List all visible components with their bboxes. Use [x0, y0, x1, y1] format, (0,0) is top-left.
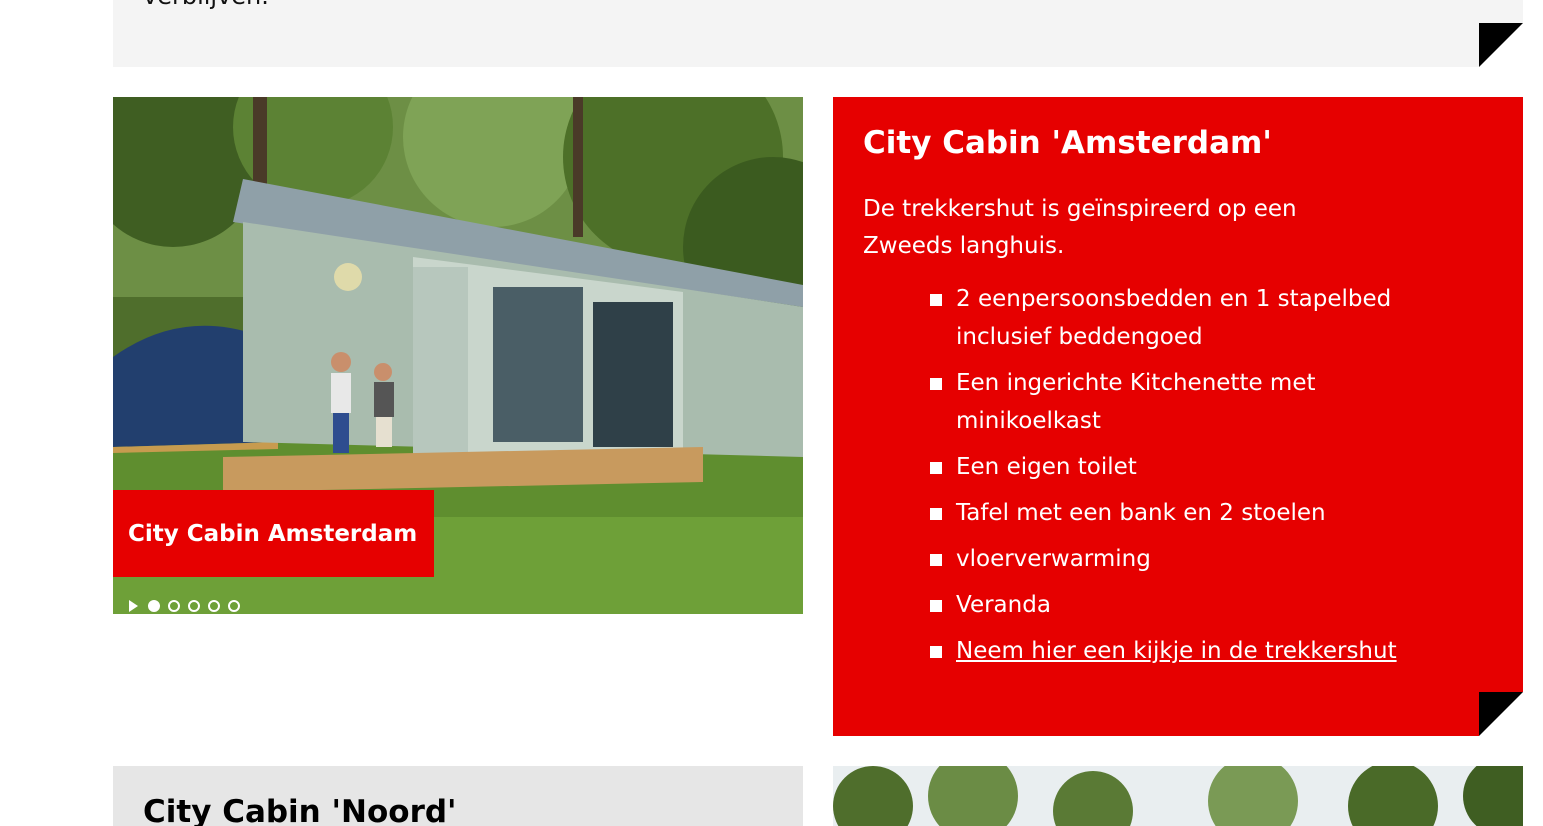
photo-slider[interactable]: City Cabin Amsterdam	[113, 97, 803, 614]
list-item: Veranda	[930, 586, 1450, 624]
cabin-info-card: City Cabin 'Amsterdam' De trekkershut is…	[833, 97, 1523, 736]
cabin-title: City Cabin 'Amsterdam'	[863, 125, 1272, 161]
play-icon[interactable]	[129, 600, 138, 612]
view-cabin-link[interactable]: Neem hier een kijkje in de trekkershut	[956, 638, 1397, 664]
next-card-photo	[833, 766, 1523, 826]
list-item: vloerverwarming	[930, 540, 1450, 578]
slide-dot-3[interactable]	[188, 600, 200, 612]
slide-dot-1[interactable]	[148, 600, 160, 612]
slider-controls	[129, 597, 240, 614]
previous-card: verblijven.	[113, 0, 1523, 67]
square-bullet-icon	[930, 378, 942, 390]
next-card: City Cabin 'Noord'	[113, 766, 803, 826]
list-item: Neem hier een kijkje in de trekkershut	[930, 632, 1450, 670]
feature-text: Veranda	[956, 592, 1051, 618]
slide-dot-4[interactable]	[208, 600, 220, 612]
square-bullet-icon	[930, 462, 942, 474]
list-item: 2 eenpersoonsbedden en 1 stapelbed inclu…	[930, 280, 1450, 356]
list-item: Tafel met een bank en 2 stoelen	[930, 494, 1450, 532]
square-bullet-icon	[930, 646, 942, 658]
list-item: Een ingerichte Kitchenette met minikoelk…	[930, 364, 1450, 440]
square-bullet-icon	[930, 508, 942, 520]
list-item: Een eigen toilet	[930, 448, 1450, 486]
next-card-title: City Cabin 'Noord'	[143, 794, 457, 826]
square-bullet-icon	[930, 600, 942, 612]
slide-dot-2[interactable]	[168, 600, 180, 612]
slide-dot-5[interactable]	[228, 600, 240, 612]
square-bullet-icon	[930, 294, 942, 306]
previous-card-text: verblijven.	[143, 0, 269, 10]
square-bullet-icon	[930, 554, 942, 566]
slide-caption: City Cabin Amsterdam	[113, 490, 434, 577]
feature-text: 2 eenpersoonsbedden en 1 stapelbed inclu…	[956, 286, 1392, 350]
trees-photo	[833, 766, 1523, 826]
feature-text: vloerverwarming	[956, 546, 1151, 572]
feature-list: 2 eenpersoonsbedden en 1 stapelbed inclu…	[930, 280, 1450, 678]
feature-text: Een ingerichte Kitchenette met minikoelk…	[956, 370, 1316, 434]
corner-fold-decoration	[1479, 23, 1523, 67]
feature-text: Een eigen toilet	[956, 454, 1137, 480]
cabin-intro: De trekkershut is geïnspireerd op een Zw…	[863, 196, 1297, 259]
feature-text: Tafel met een bank en 2 stoelen	[956, 500, 1326, 526]
corner-fold-decoration	[1479, 692, 1523, 736]
